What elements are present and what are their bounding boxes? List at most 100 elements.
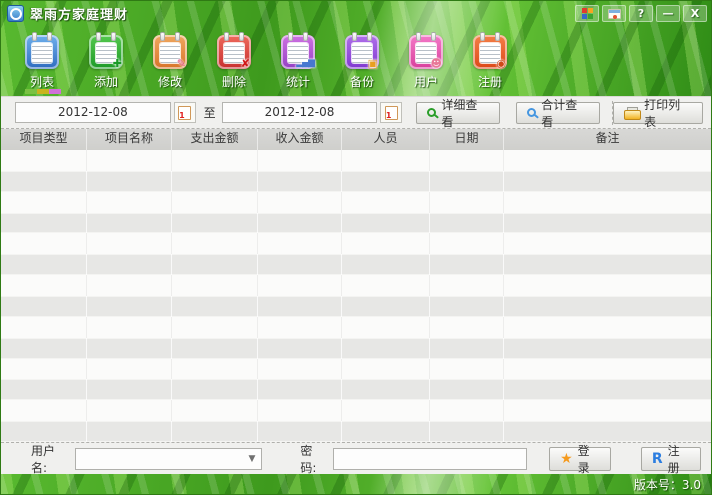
table-cell bbox=[87, 338, 172, 359]
toolbar-item-user[interactable]: ☻ 用户 bbox=[409, 35, 443, 90]
total-view-button[interactable]: 合计查看 bbox=[516, 102, 600, 124]
table-cell bbox=[87, 192, 172, 213]
table-row[interactable] bbox=[1, 275, 711, 296]
table-cell bbox=[504, 379, 711, 400]
table-cell bbox=[504, 150, 711, 171]
table-cell bbox=[172, 171, 258, 192]
table-cell bbox=[87, 400, 172, 421]
window-title: 翠雨方家庭理财 bbox=[30, 4, 128, 23]
column-header-type[interactable]: 项目类型 bbox=[1, 129, 87, 150]
table-row[interactable] bbox=[1, 213, 711, 234]
column-header-person[interactable]: 人员 bbox=[342, 129, 430, 150]
detail-view-button[interactable]: 详细查看 bbox=[416, 102, 500, 124]
table-row[interactable] bbox=[1, 254, 711, 275]
column-header-expense[interactable]: 支出金额 bbox=[172, 129, 258, 150]
table-cell bbox=[504, 254, 711, 275]
theme-palette-button[interactable] bbox=[575, 5, 599, 22]
minimize-button[interactable]: — bbox=[656, 5, 680, 22]
print-list-button[interactable]: 打印列表 bbox=[613, 102, 703, 124]
table-cell bbox=[1, 213, 87, 234]
table-cell bbox=[430, 275, 504, 296]
magnifier-green-icon bbox=[427, 108, 436, 117]
table-row[interactable] bbox=[1, 400, 711, 421]
table-cell bbox=[430, 233, 504, 254]
status-bar: 版本号：3.0 bbox=[1, 474, 711, 494]
date-to-calendar-button[interactable]: 1 bbox=[380, 102, 402, 123]
table-row[interactable] bbox=[1, 421, 711, 442]
toolbar-item-delete[interactable]: ✘ 删除 bbox=[217, 35, 251, 90]
table-cell bbox=[172, 213, 258, 234]
username-combobox[interactable]: ▼ bbox=[75, 448, 262, 470]
table-cell bbox=[87, 379, 172, 400]
table-cell bbox=[258, 338, 342, 359]
app-window: 翠雨方家庭理财 ? — X 列表 ✚ 添加 bbox=[0, 0, 712, 495]
app-logo-icon bbox=[7, 5, 24, 22]
table-cell bbox=[430, 359, 504, 380]
table-cell bbox=[258, 359, 342, 380]
table-cell bbox=[342, 296, 430, 317]
column-header-income[interactable]: 收入金额 bbox=[258, 129, 342, 150]
chevron-down-icon: ▼ bbox=[248, 454, 255, 464]
toolbar-item-modify[interactable]: ✎ 修改 bbox=[153, 35, 187, 90]
window-controls: ? — X bbox=[575, 5, 707, 22]
table-cell bbox=[87, 317, 172, 338]
close-button[interactable]: X bbox=[683, 5, 707, 22]
theme-color-strip[interactable] bbox=[25, 89, 61, 94]
table-cell bbox=[172, 421, 258, 442]
toolbar-item-add[interactable]: ✚ 添加 bbox=[89, 35, 123, 90]
table-row[interactable] bbox=[1, 338, 711, 359]
table-cell bbox=[430, 338, 504, 359]
table-cell bbox=[87, 359, 172, 380]
skin-button[interactable] bbox=[602, 5, 626, 22]
toolbar-item-backup[interactable]: ▣ 备份 bbox=[345, 35, 379, 90]
table-cell bbox=[258, 296, 342, 317]
backup-icon: ▣ bbox=[345, 35, 379, 69]
table-row[interactable] bbox=[1, 296, 711, 317]
password-input[interactable] bbox=[333, 448, 527, 470]
table-body bbox=[1, 150, 711, 442]
login-button[interactable]: ★ 登录 bbox=[549, 447, 611, 471]
table-row[interactable] bbox=[1, 150, 711, 171]
list-icon bbox=[25, 35, 59, 69]
table-row[interactable] bbox=[1, 379, 711, 400]
register-icon: ◉ bbox=[473, 35, 507, 69]
table-cell bbox=[258, 379, 342, 400]
table-cell bbox=[172, 379, 258, 400]
toolbar-item-register[interactable]: ◉ 注册 bbox=[473, 35, 507, 90]
table-cell bbox=[1, 379, 87, 400]
date-from-calendar-button[interactable]: 1 bbox=[174, 102, 196, 123]
table-cell bbox=[504, 296, 711, 317]
table-cell bbox=[504, 213, 711, 234]
table-cell bbox=[1, 150, 87, 171]
add-icon: ✚ bbox=[89, 35, 123, 69]
table-row[interactable] bbox=[1, 192, 711, 213]
password-label: 密码: bbox=[300, 442, 327, 476]
date-from-input[interactable]: 2012-12-08 bbox=[15, 102, 171, 123]
table-row[interactable] bbox=[1, 233, 711, 254]
date-to-input[interactable]: 2012-12-08 bbox=[222, 102, 378, 123]
table-cell bbox=[342, 359, 430, 380]
table-cell bbox=[430, 400, 504, 421]
calendar-icon: 1 bbox=[385, 106, 398, 120]
toolbar-item-list[interactable]: 列表 bbox=[25, 35, 59, 90]
table-cell bbox=[172, 317, 258, 338]
table-row[interactable] bbox=[1, 171, 711, 192]
table-cell bbox=[87, 171, 172, 192]
column-header-date[interactable]: 日期 bbox=[430, 129, 504, 150]
toolbar: 列表 ✚ 添加 ✎ 修改 ✘ 删除 ▂▄▆ 统计 ▣ 备份 bbox=[1, 26, 711, 96]
username-label: 用户名: bbox=[31, 442, 69, 476]
table-cell bbox=[504, 338, 711, 359]
column-header-name[interactable]: 项目名称 bbox=[87, 129, 172, 150]
table-row[interactable] bbox=[1, 359, 711, 380]
table-row[interactable] bbox=[1, 317, 711, 338]
register-button[interactable]: R 注册 bbox=[641, 447, 701, 471]
table-cell bbox=[1, 317, 87, 338]
table-cell bbox=[1, 359, 87, 380]
help-button[interactable]: ? bbox=[629, 5, 653, 22]
table-cell bbox=[342, 213, 430, 234]
table-cell bbox=[504, 359, 711, 380]
table-cell bbox=[342, 233, 430, 254]
calendar-icon: 1 bbox=[178, 106, 191, 120]
toolbar-item-statistics[interactable]: ▂▄▆ 统计 bbox=[281, 35, 315, 90]
column-header-remark[interactable]: 备注 bbox=[504, 129, 711, 150]
